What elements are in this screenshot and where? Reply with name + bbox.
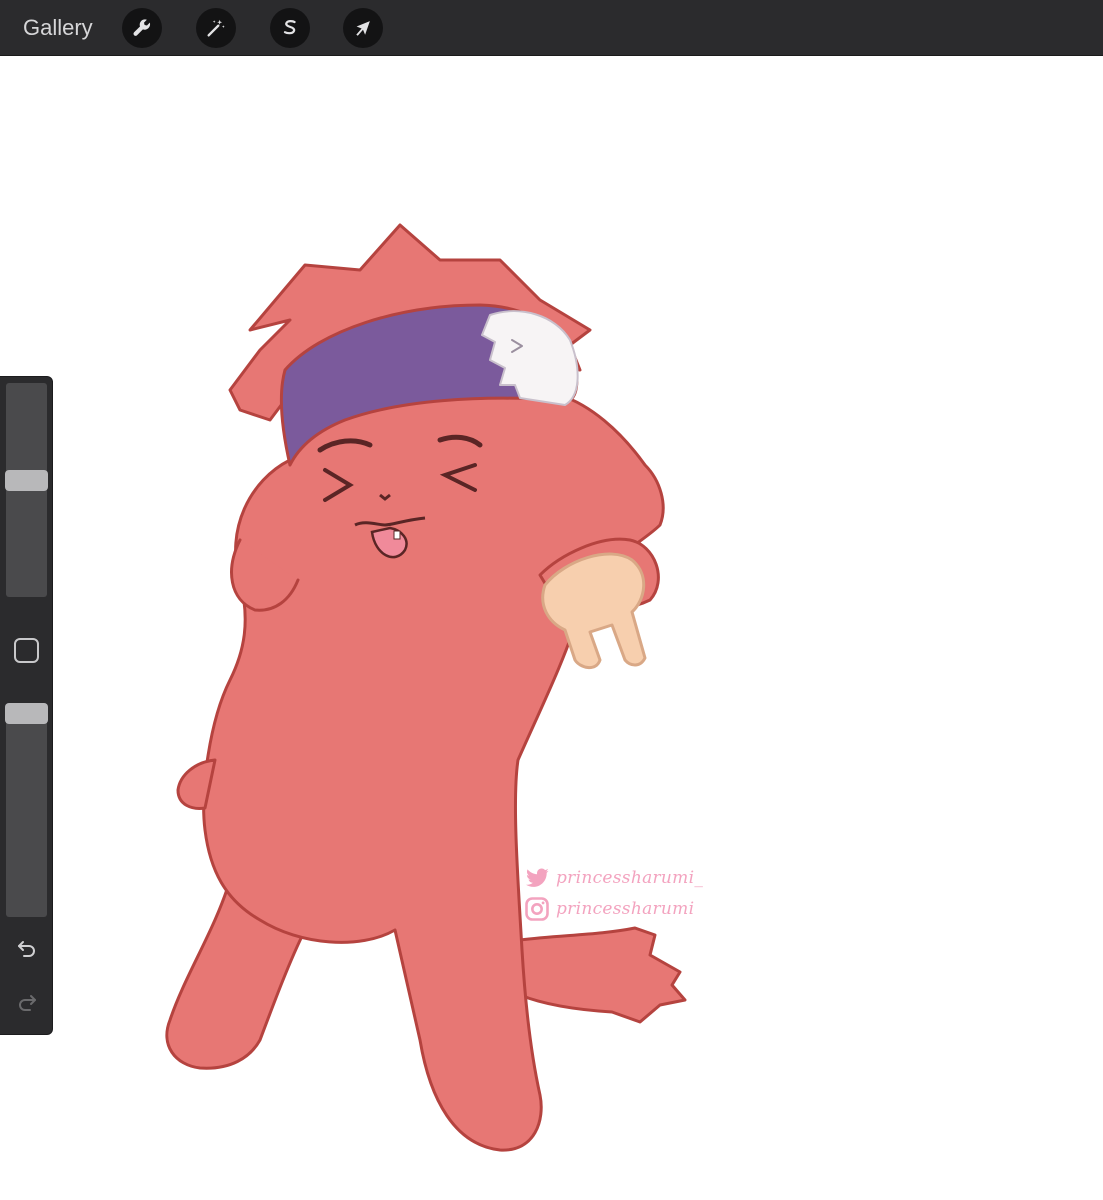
square-modify-icon[interactable] — [14, 638, 39, 663]
left-sidebar — [0, 376, 53, 1035]
wrench-icon — [133, 19, 151, 36]
redo-icon — [19, 995, 36, 1011]
magic-wand-icon — [207, 19, 225, 37]
instagram-icon — [525, 897, 549, 921]
gallery-button[interactable]: Gallery — [23, 14, 93, 42]
undo-button[interactable] — [13, 935, 41, 963]
arrow-cursor-icon — [356, 21, 370, 36]
transform-button[interactable] — [343, 8, 383, 48]
top-toolbar: Gallery — [0, 0, 1103, 56]
opacity-slider-thumb[interactable] — [5, 703, 48, 724]
brush-size-slider-thumb[interactable] — [5, 469, 48, 491]
redo-button[interactable] — [13, 989, 41, 1017]
opacity-slider[interactable] — [6, 703, 47, 917]
adjustments-button[interactable] — [196, 8, 236, 48]
character-illustration — [165, 223, 687, 1152]
instagram-handle: princessharumi — [556, 899, 695, 919]
twitter-handle: princessharumi_ — [556, 868, 704, 888]
selection-s-icon — [283, 20, 296, 35]
drawing-canvas[interactable]: princessharumi_ princessharumi — [0, 57, 1103, 1200]
selection-button[interactable] — [270, 8, 310, 48]
twitter-icon — [526, 868, 549, 887]
actions-button[interactable] — [122, 8, 162, 48]
undo-icon — [18, 941, 35, 957]
